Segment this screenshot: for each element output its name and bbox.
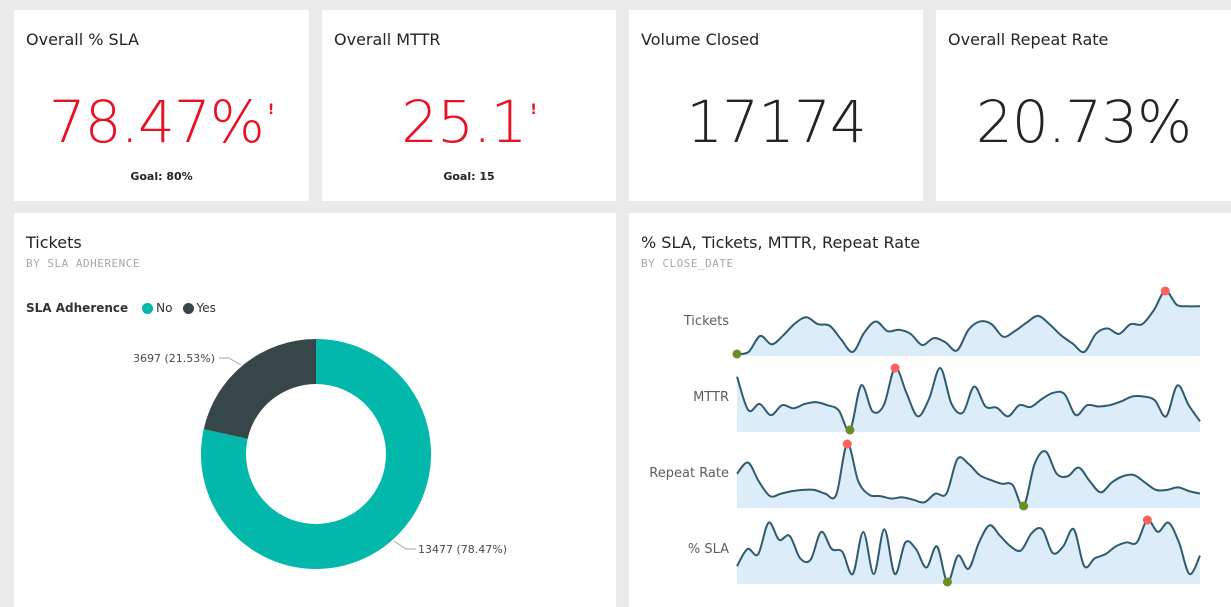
min-marker (1019, 501, 1029, 511)
kpi-tile-sla[interactable]: Overall % SLA 78.47%! Goal: 80% (14, 10, 309, 201)
sparkline-area (737, 519, 1200, 584)
min-marker (845, 425, 855, 435)
alert-icon: ! (267, 102, 275, 118)
series-label: Repeat Rate (649, 466, 729, 481)
kpi-goal: Goal: 15 (443, 170, 495, 183)
kpi-title: Overall Repeat Rate (948, 30, 1109, 49)
kpi-title: Overall % SLA (26, 30, 139, 49)
min-marker (732, 349, 742, 359)
kpi-goal: Goal: 80% (130, 170, 193, 183)
donut-chart: 13477 (78.47%) 3697 (21.53%) (133, 339, 507, 569)
max-marker (1160, 286, 1170, 296)
donut-slice-yes[interactable] (203, 339, 316, 439)
kpi-value: 20.73% (975, 88, 1192, 156)
min-marker (942, 577, 952, 587)
series-label: Tickets (683, 314, 729, 329)
kpi-tile-repeat-rate[interactable]: Overall Repeat Rate 20.73% (936, 10, 1231, 201)
sparkline-chart: Tickets MTTR Repeat Rate % SLA (649, 286, 1201, 587)
kpi-title: Overall MTTR (334, 30, 441, 49)
max-marker (1142, 515, 1152, 525)
kpi-value: 17174 (686, 88, 867, 156)
trend-sparklines-tile[interactable]: % SLA, Tickets, MTTR, Repeat Rate BY CLO… (629, 213, 1231, 607)
kpi-value: 25.1 (401, 88, 527, 156)
alert-icon: ! (530, 102, 537, 118)
data-label: 13477 (78.47%) (418, 543, 507, 556)
kpi-value: 78.47% (48, 88, 265, 156)
max-marker (890, 363, 900, 373)
kpi-tile-volume[interactable]: Volume Closed 17174 (629, 10, 923, 201)
kpi-title: Volume Closed (641, 30, 760, 49)
series-label: MTTR (693, 390, 729, 405)
data-label: 3697 (21.53%) (133, 352, 215, 365)
kpi-tile-mttr[interactable]: Overall MTTR 25.1! Goal: 15 (322, 10, 616, 201)
leader-line (393, 540, 416, 550)
max-marker (842, 439, 852, 449)
sparkline-area (737, 443, 1200, 508)
tickets-donut-tile[interactable]: Tickets BY SLA ADHERENCE SLA Adherence N… (14, 213, 616, 607)
series-label: % SLA (688, 542, 729, 557)
leader-line (219, 357, 242, 366)
